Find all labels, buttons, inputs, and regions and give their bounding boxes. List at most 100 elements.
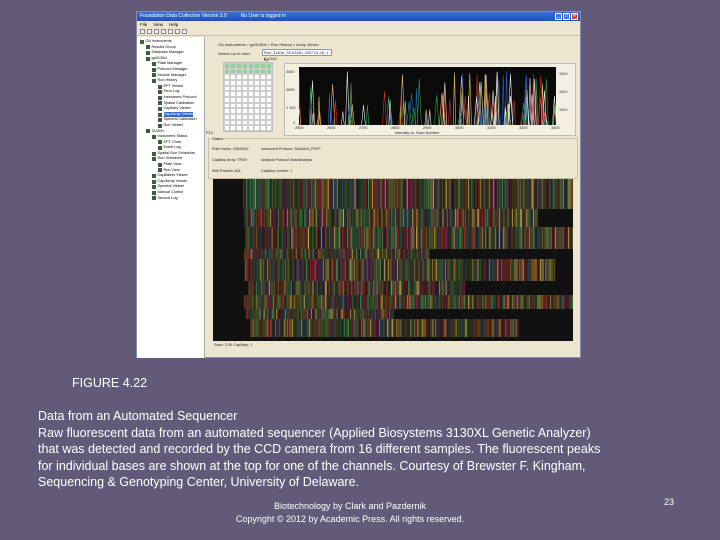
fluorescent-band [365, 259, 367, 281]
fluorescent-band [281, 249, 283, 259]
capillary-cell[interactable] [266, 125, 272, 131]
fluorescent-band [445, 259, 446, 281]
tree-item[interactable]: Service Log [137, 196, 204, 202]
fluorescent-band [369, 295, 371, 309]
fluorescent-band [436, 319, 438, 337]
fluorescent-band [492, 209, 494, 227]
fluorescent-band [374, 209, 376, 227]
tree-node-icon [146, 56, 150, 61]
fluorescent-band [311, 281, 313, 295]
fluorescent-band [371, 249, 373, 259]
fluorescent-band [344, 249, 346, 259]
fluorescent-band [259, 295, 261, 309]
fluorescent-band [372, 209, 374, 227]
fluorescent-band [385, 179, 386, 209]
maximize-button[interactable]: □ [563, 13, 570, 20]
refresh-icon[interactable] [182, 29, 187, 34]
fluorescent-band [470, 295, 472, 309]
fluorescent-band [360, 319, 362, 337]
fluorescent-band [304, 179, 306, 209]
fluorescent-band [319, 281, 321, 295]
menu-file[interactable]: File [140, 21, 147, 28]
fluorescent-band [246, 227, 248, 249]
fluorescent-band [408, 281, 409, 295]
fluorescent-band [292, 227, 294, 249]
fluorescent-band [293, 319, 295, 337]
fluorescent-band [417, 209, 419, 227]
fluorescent-band [539, 179, 541, 209]
fluorescent-band [415, 249, 417, 259]
last-icon[interactable] [175, 29, 180, 34]
fluorescent-band [510, 295, 512, 309]
fluorescent-band [434, 281, 435, 295]
fluorescent-band [259, 249, 261, 259]
fluorescent-band [298, 295, 300, 309]
fluorescent-band [245, 249, 247, 259]
fluorescent-band [311, 227, 313, 249]
fluorescent-band [304, 209, 305, 227]
fluorescent-band [271, 295, 273, 309]
capillary-grid[interactable] [223, 62, 273, 132]
fluorescent-band [499, 259, 501, 281]
fluorescent-band [343, 281, 344, 295]
intensity-chart: 3000 2000 1 100 0 1510 1510 1510 2500 260… [284, 63, 576, 136]
fluorescent-band [363, 309, 364, 319]
fluorescent-band [270, 259, 272, 281]
fluorescent-band [257, 179, 259, 209]
zoom-in-icon[interactable] [140, 29, 145, 34]
first-icon[interactable] [154, 29, 159, 34]
fluorescent-band [436, 209, 438, 227]
fluorescent-band [438, 259, 440, 281]
fluorescent-band [281, 259, 283, 281]
fluorescent-band [294, 249, 296, 259]
fluorescent-band [512, 209, 513, 227]
fluorescent-band [246, 259, 248, 281]
fluorescent-band [491, 179, 493, 209]
fluorescent-band [352, 227, 354, 249]
fluorescent-band [390, 259, 392, 281]
fluorescent-band [294, 319, 296, 337]
next-icon[interactable] [168, 29, 173, 34]
run-select-dropdown[interactable]: Run_3130xl_SCH1150_2007-01-16_1 - 6_0100 [262, 49, 332, 61]
fluorescent-band [340, 179, 342, 209]
tree-node-icon [158, 168, 162, 173]
fluorescent-band [269, 179, 271, 209]
fluorescent-band [512, 179, 514, 209]
fluorescent-band [295, 319, 297, 337]
fluorescent-band [384, 249, 386, 259]
menu-view[interactable]: View [153, 21, 163, 28]
prev-icon[interactable] [161, 29, 166, 34]
fluorescent-band [337, 259, 339, 281]
fluorescent-band [443, 179, 445, 209]
y-tick-right: 1510 [559, 90, 568, 94]
fluorescent-band [283, 259, 285, 281]
fluorescent-band [250, 249, 252, 259]
fluorescent-band [340, 281, 342, 295]
fluorescent-band [423, 209, 425, 227]
fluorescent-band [319, 209, 321, 227]
fluorescent-band [290, 179, 292, 209]
fluorescent-band [372, 249, 374, 259]
fluorescent-band [568, 295, 569, 309]
fluorescent-band [246, 249, 248, 259]
fluorescent-band [324, 227, 326, 249]
zoom-out-icon[interactable] [147, 29, 152, 34]
minimize-button[interactable]: _ [555, 13, 562, 20]
fluorescent-band [249, 227, 251, 249]
fluorescent-band [424, 209, 426, 227]
fluorescent-band [426, 281, 428, 295]
fluorescent-band [332, 281, 334, 295]
fluorescent-band [332, 249, 334, 259]
fluorescent-band [527, 295, 529, 309]
menu-help[interactable]: Help [169, 21, 178, 28]
fluorescent-band [314, 281, 316, 295]
fluorescent-band [500, 259, 502, 281]
fluorescent-band [460, 179, 462, 209]
close-button[interactable]: ✕ [571, 13, 578, 20]
fluorescent-band [415, 295, 417, 309]
fluorescent-band [352, 249, 354, 259]
fluorescent-band [353, 309, 355, 319]
fluorescent-band [313, 295, 315, 309]
fluorescent-band [294, 209, 296, 227]
fluorescent-band [423, 227, 425, 249]
